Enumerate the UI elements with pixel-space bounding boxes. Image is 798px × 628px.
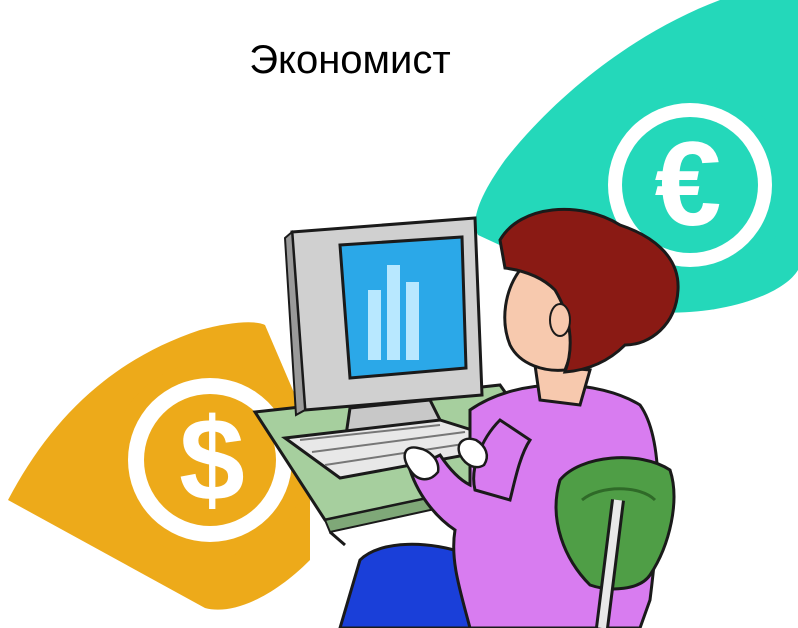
- dollar-symbol: $: [179, 394, 245, 526]
- economist-illustration: € $: [8, 0, 798, 628]
- dollar-icon: $: [8, 322, 310, 610]
- euro-symbol: €: [655, 117, 722, 251]
